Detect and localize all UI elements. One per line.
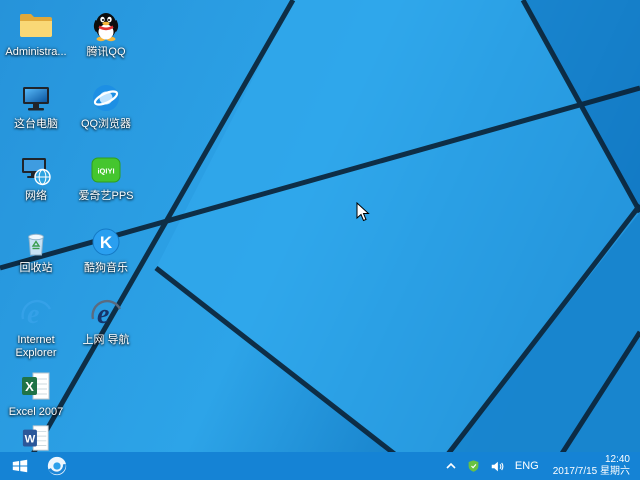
windows-logo-icon bbox=[11, 457, 29, 475]
computer-monitor-icon bbox=[18, 80, 54, 116]
desktop-root: { "desktop": { "icons": [ {"id": "admini… bbox=[0, 0, 640, 480]
icon-label: 上网 导航 bbox=[82, 334, 129, 347]
kugou-icon: K bbox=[88, 224, 124, 260]
recycle-bin-icon bbox=[18, 224, 54, 260]
desktop-icon-recycle-bin[interactable]: 回收站 bbox=[2, 224, 70, 275]
qq-penguin-icon bbox=[88, 8, 124, 44]
clock[interactable]: 12:40 2017/7/15 星期六 bbox=[549, 454, 634, 479]
volume-icon[interactable] bbox=[489, 452, 505, 480]
iqiyi-icon: iQIYI bbox=[88, 152, 124, 188]
desktop-icon-this-pc[interactable]: 这台电脑 bbox=[2, 80, 70, 131]
desktop-icon-iqiyi-pps[interactable]: iQIYI 爱奇艺PPS bbox=[72, 152, 140, 203]
svg-text:iQIYI: iQIYI bbox=[97, 167, 114, 176]
excel-icon: X bbox=[18, 368, 54, 404]
start-button[interactable] bbox=[0, 452, 40, 480]
icon-label: 爱奇艺PPS bbox=[78, 190, 133, 203]
browser-sphere-icon bbox=[46, 455, 68, 477]
desktop-icon-tencent-qq[interactable]: 腾讯QQ bbox=[72, 8, 140, 59]
icon-label: Administra... bbox=[5, 46, 66, 59]
svg-text:W: W bbox=[25, 434, 36, 446]
svg-text:X: X bbox=[25, 379, 34, 394]
qq-browser-icon bbox=[88, 80, 124, 116]
desktop-icon-internet-explorer[interactable]: e Internet Explorer bbox=[2, 296, 70, 359]
internet-explorer-icon: e bbox=[18, 296, 54, 332]
desktop-icon-qq-browser[interactable]: QQ浏览器 bbox=[72, 80, 140, 131]
security-tray-icon[interactable] bbox=[466, 452, 482, 480]
desktop-icon-excel-2007[interactable]: X Excel 2007 bbox=[2, 368, 70, 419]
taskbar: ENG 12:40 2017/7/15 星期六 bbox=[0, 452, 640, 480]
desktop-icon-administrator[interactable]: Administra... bbox=[2, 8, 70, 59]
desktop-icon-kugou-music[interactable]: K 酷狗音乐 bbox=[72, 224, 140, 275]
network-globe-icon bbox=[18, 152, 54, 188]
language-indicator[interactable]: ENG bbox=[512, 460, 542, 472]
web-navigation-e-icon: e bbox=[88, 296, 124, 332]
svg-text:K: K bbox=[100, 233, 113, 252]
icon-label: Excel 2007 bbox=[9, 406, 63, 419]
desktop-icon-network[interactable]: 网络 bbox=[2, 152, 70, 203]
folder-icon bbox=[18, 8, 54, 44]
icon-label: Internet Explorer bbox=[2, 334, 70, 359]
clock-time: 12:40 bbox=[605, 454, 630, 467]
icon-label: QQ浏览器 bbox=[81, 118, 131, 131]
icon-label: 网络 bbox=[25, 190, 47, 203]
taskbar-browser-button[interactable] bbox=[40, 452, 74, 480]
system-tray: ENG 12:40 2017/7/15 星期六 bbox=[443, 452, 640, 480]
desktop-icon-web-navigation[interactable]: e 上网 导航 bbox=[72, 296, 140, 347]
word-icon: W bbox=[18, 420, 54, 456]
icon-label: 回收站 bbox=[20, 262, 53, 275]
icon-label: 腾讯QQ bbox=[86, 46, 125, 59]
icon-label: 酷狗音乐 bbox=[84, 262, 128, 275]
hidden-icons-chevron[interactable] bbox=[443, 452, 459, 480]
clock-date: 2017/7/15 星期六 bbox=[553, 466, 630, 479]
icon-label: 这台电脑 bbox=[14, 118, 58, 131]
